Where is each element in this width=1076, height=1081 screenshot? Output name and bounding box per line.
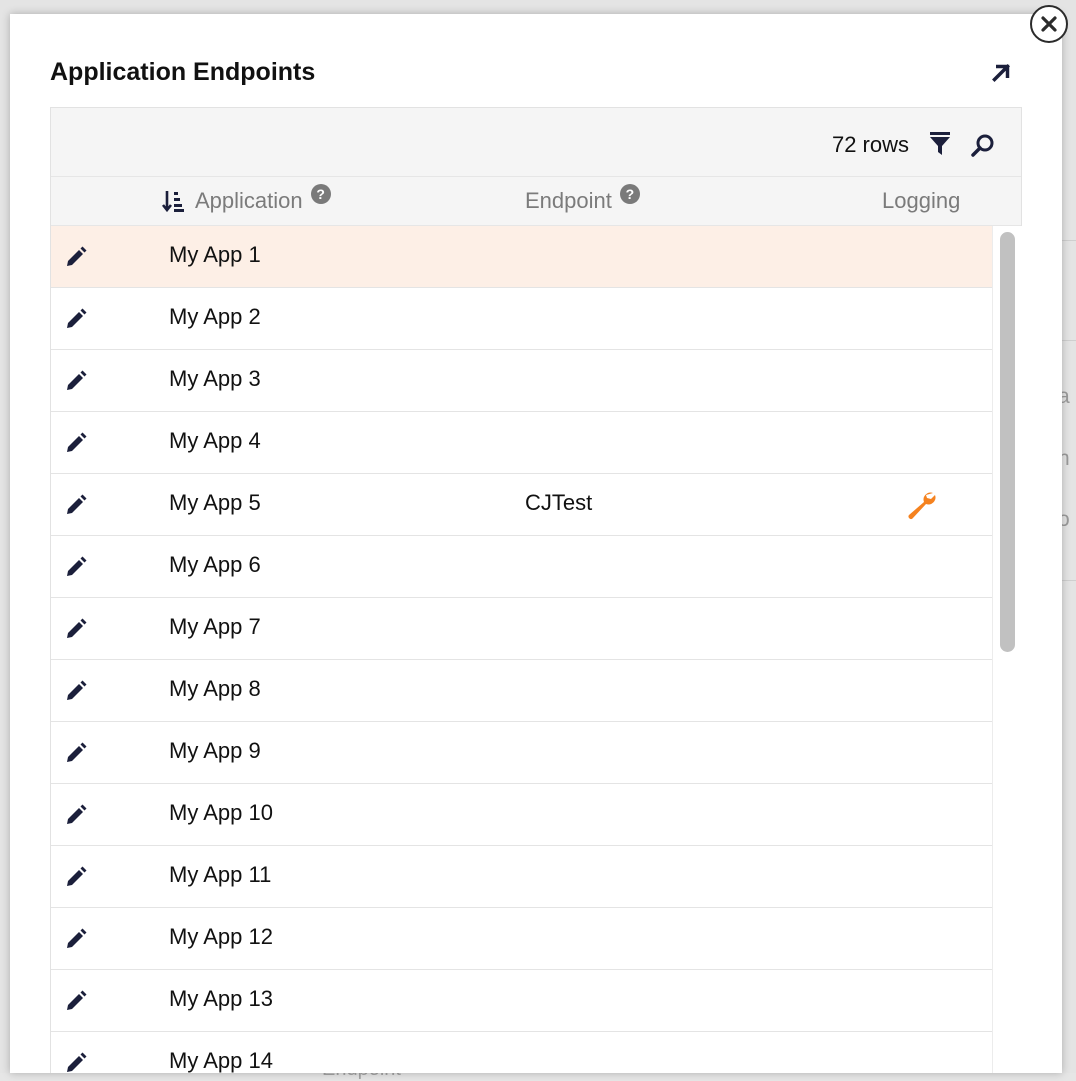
- cell-application: My App 14: [169, 1048, 273, 1073]
- filter-icon[interactable]: [929, 132, 951, 156]
- endpoints-grid: 72 rows Application ? Endpoint ? Logging…: [50, 107, 1023, 1073]
- table-row[interactable]: My App 1: [51, 226, 992, 288]
- pencil-icon[interactable]: [64, 803, 88, 827]
- cell-application: My App 5: [169, 490, 261, 515]
- pencil-icon[interactable]: [64, 307, 88, 331]
- cell-application: My App 9: [169, 738, 261, 763]
- column-header-application[interactable]: Application ?: [161, 177, 331, 225]
- pencil-icon[interactable]: [64, 927, 88, 951]
- application-endpoints-modal: Application Endpoints 72 rows Applicatio…: [10, 14, 1062, 1073]
- cell-application: My App 4: [169, 428, 261, 453]
- pencil-icon[interactable]: [64, 431, 88, 455]
- column-header-row: Application ? Endpoint ? Logging: [51, 177, 1021, 226]
- table-row[interactable]: My App 2: [51, 288, 992, 350]
- pencil-icon[interactable]: [64, 989, 88, 1013]
- table-row[interactable]: My App 11: [51, 846, 992, 908]
- column-header-endpoint-label: Endpoint: [525, 188, 612, 213]
- table-row[interactable]: My App 3: [51, 350, 992, 412]
- column-header-logging-label: Logging: [882, 188, 961, 213]
- cell-application: My App 8: [169, 676, 261, 701]
- table-row[interactable]: My App 10: [51, 784, 992, 846]
- table-row[interactable]: My App 5 CJTest: [51, 474, 992, 536]
- cell-application: My App 7: [169, 614, 261, 639]
- table-row[interactable]: My App 6: [51, 536, 992, 598]
- cell-endpoint: CJTest: [525, 490, 593, 515]
- sort-descending-icon[interactable]: [161, 189, 185, 213]
- table-row[interactable]: My App 13: [51, 970, 992, 1032]
- table-row[interactable]: My App 7: [51, 598, 992, 660]
- pencil-icon[interactable]: [64, 555, 88, 579]
- cell-application: My App 2: [169, 304, 261, 329]
- help-icon[interactable]: ?: [619, 184, 640, 204]
- pencil-icon[interactable]: [64, 741, 88, 765]
- cell-application: My App 10: [169, 800, 273, 825]
- grid-toolbar: 72 rows: [51, 108, 1021, 177]
- wrench-icon[interactable]: [905, 489, 937, 521]
- cell-application: My App 12: [169, 924, 273, 949]
- table-row[interactable]: My App 4: [51, 412, 992, 474]
- close-icon: [1041, 16, 1057, 32]
- pencil-icon[interactable]: [64, 369, 88, 393]
- cell-application: My App 3: [169, 366, 261, 391]
- table-body: My App 1 My App 2 My App 3 My App 4 My App 5…: [51, 226, 992, 1073]
- cell-application: My App 6: [169, 552, 261, 577]
- help-icon[interactable]: ?: [310, 184, 331, 204]
- table-row[interactable]: My App 12: [51, 908, 992, 970]
- table-row[interactable]: My App 9: [51, 722, 992, 784]
- cell-application: My App 11: [169, 862, 272, 887]
- vertical-scrollbar[interactable]: [992, 226, 1023, 1073]
- pencil-icon[interactable]: [64, 865, 88, 889]
- table-row[interactable]: My App 14: [51, 1032, 992, 1073]
- table-row[interactable]: My App 8: [51, 660, 992, 722]
- row-count: 72 rows: [831, 132, 909, 157]
- column-header-logging[interactable]: Logging: [882, 177, 960, 225]
- cell-application: My App 13: [169, 986, 273, 1011]
- pencil-icon[interactable]: [64, 617, 88, 641]
- pencil-icon[interactable]: [64, 245, 88, 269]
- pencil-icon[interactable]: [64, 679, 88, 703]
- column-header-endpoint[interactable]: Endpoint ?: [525, 177, 640, 225]
- pencil-icon[interactable]: [64, 1051, 88, 1073]
- column-header-application-label: Application: [195, 188, 303, 213]
- external-link-icon[interactable]: [988, 60, 1014, 86]
- pencil-icon[interactable]: [64, 493, 88, 517]
- close-button[interactable]: [1030, 5, 1068, 43]
- scrollbar-thumb[interactable]: [1000, 232, 1015, 652]
- modal-title: Application Endpoints: [50, 58, 316, 86]
- search-icon[interactable]: [971, 133, 995, 157]
- cell-application: My App 1: [169, 242, 261, 267]
